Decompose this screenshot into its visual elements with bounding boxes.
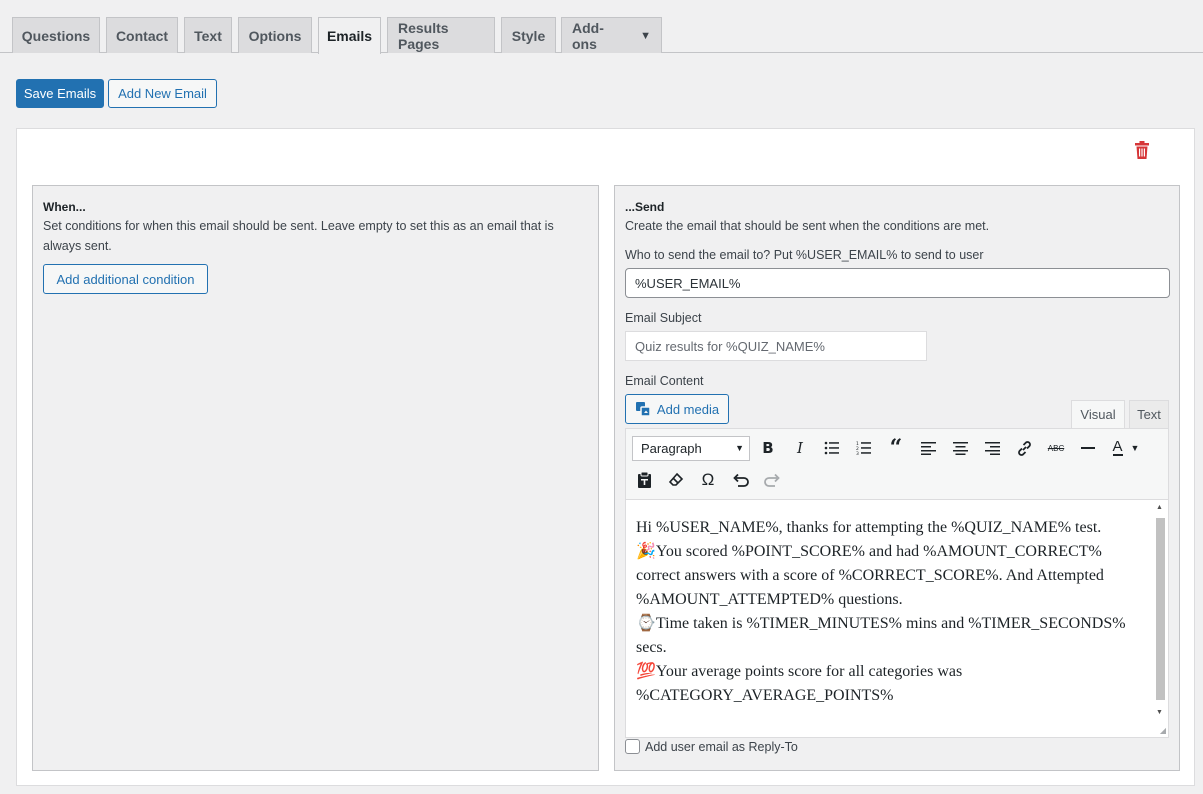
send-panel: ...Send Create the email that should be …: [614, 185, 1180, 771]
format-select[interactable]: Paragraph ▼: [632, 436, 750, 461]
add-media-label: Add media: [656, 401, 720, 417]
tab-label: Emails: [326, 28, 373, 44]
editor-tab-text[interactable]: Text: [1129, 400, 1169, 428]
tab-emails[interactable]: Emails: [318, 17, 381, 54]
subject-label: Email Subject: [625, 311, 702, 325]
tab-label: Options: [248, 27, 302, 44]
media-icon: [635, 402, 651, 417]
editor-scrollbar[interactable]: ▲ ▼: [1154, 502, 1166, 716]
bullet-list-icon[interactable]: [820, 436, 844, 460]
recipient-value: %USER_EMAIL%: [635, 275, 741, 291]
link-icon[interactable]: [1012, 436, 1036, 460]
clear-formatting-icon[interactable]: [664, 468, 688, 492]
paste-text-icon[interactable]: [632, 468, 656, 492]
add-new-email-button[interactable]: Add New Email: [108, 79, 217, 108]
scroll-down-icon[interactable]: ▼: [1156, 709, 1163, 716]
numbered-list-icon[interactable]: 123: [852, 436, 876, 460]
recipient-input[interactable]: %USER_EMAIL%: [625, 268, 1170, 298]
email-card-header: [16, 128, 1195, 171]
tab-options[interactable]: Options: [238, 17, 312, 53]
caret-down-icon: ▼: [640, 29, 651, 42]
send-description: Create the email that should be sent whe…: [625, 219, 990, 233]
undo-icon[interactable]: [728, 468, 752, 492]
content-label: Email Content: [625, 374, 704, 388]
special-character-icon[interactable]: Ω: [696, 468, 720, 492]
align-left-icon[interactable]: [916, 436, 940, 460]
trash-icon[interactable]: [1134, 141, 1150, 159]
tab-contact[interactable]: Contact: [106, 17, 178, 53]
redo-icon[interactable]: [760, 468, 784, 492]
email-content-body: Hi %USER_NAME%, thanks for attempting th…: [636, 516, 1146, 708]
format-select-value: Paragraph: [641, 441, 702, 456]
tab-label: Style: [511, 27, 546, 44]
tab-label: Contact: [115, 27, 169, 44]
subject-input[interactable]: Quiz results for %QUIZ_NAME%: [625, 331, 927, 361]
blockquote-icon[interactable]: “: [884, 435, 908, 461]
reply-to-checkbox[interactable]: [625, 739, 640, 754]
horizontal-line-icon[interactable]: [1076, 436, 1100, 460]
save-emails-button[interactable]: Save Emails: [16, 79, 104, 108]
editor-tab-visual[interactable]: Visual: [1071, 400, 1125, 428]
editor-toolbar: Paragraph ▼ B I 123 “ ABC A ▼ Ω: [625, 428, 1169, 500]
tab-add-ons[interactable]: Add-ons ▼: [561, 17, 662, 53]
tab-label: Text: [194, 27, 222, 44]
email-content-editor[interactable]: Hi %USER_NAME%, thanks for attempting th…: [625, 500, 1169, 738]
scroll-thumb[interactable]: [1156, 518, 1165, 700]
chevron-down-icon: ▼: [735, 443, 744, 453]
tab-questions[interactable]: Questions: [12, 17, 100, 53]
when-panel: When... Set conditions for when this ema…: [32, 185, 599, 771]
content-line: Hi %USER_NAME%, thanks for attempting th…: [636, 519, 1102, 536]
resize-handle-icon[interactable]: ◢: [1160, 726, 1166, 735]
tab-label: Questions: [21, 27, 91, 44]
tab-label: Results Pages: [398, 19, 449, 52]
content-line: 🎉You scored %POINT_SCORE% and had %AMOUN…: [636, 543, 1104, 608]
settings-tabs: Questions Contact Text Options Emails Re…: [0, 0, 1203, 54]
svg-text:3: 3: [856, 451, 859, 455]
add-condition-button[interactable]: Add additional condition: [43, 264, 208, 294]
when-title: When...: [43, 200, 86, 214]
chevron-down-icon: ▼: [1130, 443, 1140, 453]
reply-to-label: Add user email as Reply-To: [645, 739, 798, 754]
reply-to-option[interactable]: Add user email as Reply-To: [625, 739, 798, 754]
subject-value: Quiz results for %QUIZ_NAME%: [635, 338, 825, 354]
scroll-up-icon[interactable]: ▲: [1156, 504, 1163, 511]
strikethrough-icon[interactable]: ABC: [1044, 436, 1068, 460]
tab-results-pages[interactable]: Results Pages: [387, 17, 495, 53]
when-description: Set conditions for when this email shoul…: [43, 219, 554, 253]
tab-text[interactable]: Text: [184, 17, 232, 53]
add-media-button[interactable]: Add media: [625, 394, 729, 424]
bold-icon[interactable]: B: [756, 436, 780, 460]
tab-style[interactable]: Style: [501, 17, 556, 53]
italic-icon[interactable]: I: [788, 436, 812, 460]
content-line: ⌚Time taken is %TIMER_MINUTES% mins and …: [636, 615, 1126, 656]
tab-label: Add-ons: [572, 19, 604, 52]
text-color-icon[interactable]: A ▼: [1108, 436, 1144, 460]
recipient-label: Who to send the email to? Put %USER_EMAI…: [625, 248, 984, 262]
content-line: 💯Your average points score for all categ…: [636, 663, 963, 704]
send-title: ...Send: [625, 200, 665, 214]
align-center-icon[interactable]: [948, 436, 972, 460]
align-right-icon[interactable]: [980, 436, 1004, 460]
email-card-body: When... Set conditions for when this ema…: [16, 170, 1195, 786]
